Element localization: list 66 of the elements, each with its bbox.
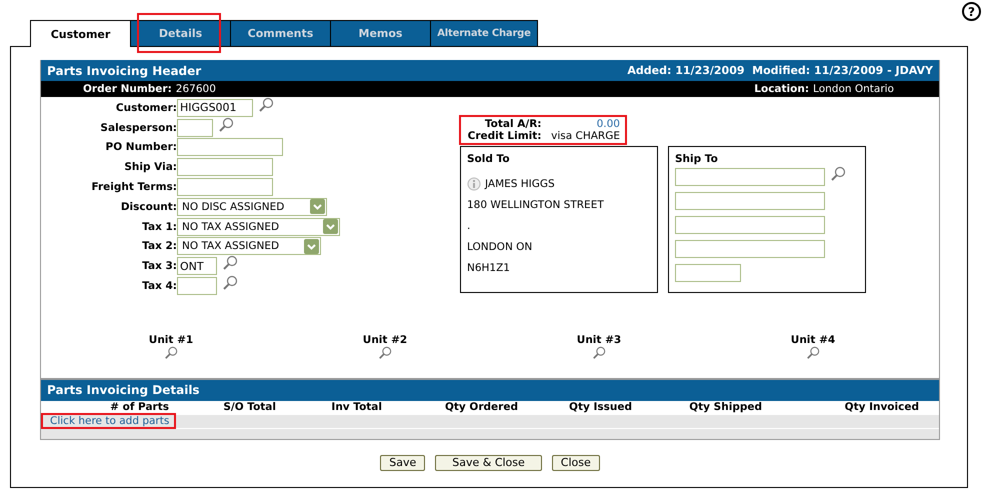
- tab[interactable]: Customer: [30, 20, 131, 47]
- field-label: Salesperson:: [99, 122, 177, 134]
- totals-label: Credit Limit:: [466, 130, 542, 142]
- input-field[interactable]: [675, 192, 825, 210]
- dropdown[interactable]: NO DISC ASSIGNED: [177, 198, 327, 216]
- info-icon[interactable]: [467, 176, 481, 190]
- section-title: Parts Invoicing Details: [47, 383, 200, 398]
- field-label: PO Number:: [104, 141, 177, 154]
- field-label: Ship Via:: [123, 161, 177, 174]
- order-label: Order Number:: [83, 83, 172, 95]
- panel-title: Sold To: [467, 153, 511, 165]
- column-header: Qty Invoiced: [844, 400, 919, 415]
- unit-label: Unit #3: [576, 334, 622, 346]
- field-label: Tax 3:: [141, 260, 177, 272]
- dropdown[interactable]: NO TAX ASSIGNED: [177, 218, 340, 236]
- column-header: Qty Issued: [568, 400, 632, 415]
- totals-label: Total A/R:: [484, 118, 542, 130]
- field-label: Tax 2:: [141, 240, 177, 252]
- totals-value: 0.00: [596, 118, 620, 130]
- input-field[interactable]: [177, 118, 213, 137]
- address-line: LONDON ON: [467, 240, 532, 252]
- panel-title: Ship To: [675, 153, 719, 165]
- tab[interactable]: Memos: [330, 20, 431, 46]
- totals-value: visa CHARGE: [550, 130, 620, 142]
- unit-label: Unit #1: [148, 334, 194, 346]
- input-field[interactable]: [177, 158, 273, 176]
- field-label: Customer:: [114, 102, 177, 114]
- action-button[interactable]: Save: [380, 454, 426, 471]
- column-header: # of Parts: [109, 400, 169, 415]
- location-label: Location:: [754, 83, 810, 95]
- search-icon[interactable]: [258, 96, 274, 113]
- column-header: Qty Shipped: [688, 400, 762, 415]
- location-value: London Ontario: [813, 83, 894, 95]
- unit-label: Unit #4: [790, 334, 836, 346]
- input-field[interactable]: [177, 277, 217, 296]
- input-field[interactable]: ONT: [177, 257, 217, 276]
- input-field[interactable]: [675, 216, 825, 234]
- add-parts-link[interactable]: Click here to add parts: [42, 414, 176, 428]
- address-line: 180 WELLINGTON STREET: [467, 198, 604, 210]
- tab[interactable]: Comments: [230, 20, 331, 46]
- tab[interactable]: Details: [130, 20, 231, 46]
- address-line: JAMES HIGGS: [485, 178, 555, 190]
- column-header: Inv Total: [330, 400, 382, 415]
- action-button[interactable]: Close: [552, 454, 600, 471]
- input-field[interactable]: [177, 178, 273, 196]
- help-button[interactable]: ?: [962, 2, 981, 21]
- field-label: Tax 4:: [141, 280, 177, 292]
- order-number: 267600: [176, 83, 216, 95]
- input-field[interactable]: HIGGS001: [177, 98, 253, 117]
- address-line: .: [467, 220, 470, 232]
- dropdown[interactable]: NO TAX ASSIGNED: [177, 237, 321, 256]
- audit-info: Added: 11/23/2009 Modified: 11/23/2009 - JDAVY: [627, 64, 933, 77]
- unit-label: Unit #2: [362, 334, 408, 346]
- column-header: Qty Ordered: [444, 400, 518, 415]
- action-button[interactable]: Save & Close: [435, 454, 542, 471]
- address-line: N6H1Z1: [467, 262, 510, 274]
- field-label: Tax 1:: [141, 220, 177, 233]
- field-label: Freight Terms:: [90, 181, 177, 194]
- input-field[interactable]: [675, 240, 825, 258]
- tab[interactable]: Alternate Charge: [430, 20, 538, 46]
- column-header: S/O Total: [222, 400, 276, 415]
- field-label: Discount:: [120, 200, 177, 213]
- input-field[interactable]: [675, 264, 741, 282]
- section-title: Parts Invoicing Header: [47, 64, 202, 78]
- input-field[interactable]: [177, 138, 283, 156]
- input-field[interactable]: [675, 168, 825, 186]
